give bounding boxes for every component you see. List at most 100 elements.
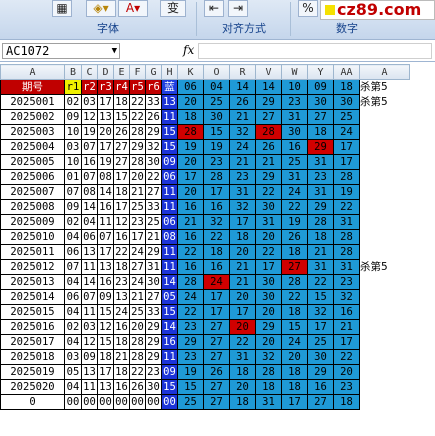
period-cell[interactable]: 2025006 xyxy=(0,169,65,185)
column-header[interactable]: K xyxy=(177,64,204,80)
stat-cell[interactable]: 29 xyxy=(177,334,204,350)
red-ball-cell[interactable]: 04 xyxy=(64,334,82,350)
red-ball-cell[interactable]: 13 xyxy=(97,379,114,395)
blue-ball-cell[interactable]: 05 xyxy=(161,289,178,305)
side-note[interactable] xyxy=(359,304,410,320)
blue-ball-cell[interactable]: 09 xyxy=(161,154,178,170)
stat-cell[interactable]: 25 xyxy=(177,394,204,410)
red-ball-cell[interactable]: 11 xyxy=(81,304,98,320)
stat-cell[interactable]: 17 xyxy=(307,319,334,335)
stat-cell[interactable]: 23 xyxy=(333,274,360,290)
blue-ball-cell[interactable]: 13 xyxy=(161,94,178,110)
red-ball-cell[interactable]: 17 xyxy=(129,229,146,245)
stat-cell[interactable]: 31 xyxy=(307,259,334,275)
stat-cell[interactable]: 20 xyxy=(229,379,256,395)
side-note[interactable] xyxy=(359,184,410,200)
red-ball-cell[interactable]: 13 xyxy=(81,244,98,260)
stat-cell[interactable]: 21 xyxy=(229,109,256,125)
stat-header[interactable]: 04 xyxy=(203,79,230,95)
red-ball-cell[interactable]: 21 xyxy=(113,349,130,365)
period-cell[interactable]: 2025010 xyxy=(0,229,65,245)
red-ball-cell[interactable]: 09 xyxy=(97,289,114,305)
red-ball-cell[interactable]: 00 xyxy=(97,394,114,410)
blue-ball-cell[interactable]: 16 xyxy=(161,334,178,350)
stat-cell[interactable]: 24 xyxy=(229,139,256,155)
stat-cell[interactable]: 18 xyxy=(177,109,204,125)
stat-cell[interactable]: 19 xyxy=(203,139,230,155)
red-ball-cell[interactable]: 23 xyxy=(129,214,146,230)
period-cell[interactable]: 2025003 xyxy=(0,124,65,140)
red-ball-cell[interactable]: 03 xyxy=(64,139,82,155)
red-ball-cell[interactable]: 16 xyxy=(113,229,130,245)
red-ball-cell[interactable]: 17 xyxy=(113,169,130,185)
side-note[interactable] xyxy=(359,244,410,260)
phonetic-button[interactable]: 变 xyxy=(160,0,186,17)
red-ball-cell[interactable]: 04 xyxy=(64,379,82,395)
red-ball-cell[interactable]: 24 xyxy=(129,274,146,290)
red-ball-cell[interactable]: 18 xyxy=(113,334,130,350)
stat-cell[interactable]: 16 xyxy=(203,199,230,215)
red-ball-cell[interactable]: 18 xyxy=(113,94,130,110)
red-ball-cell[interactable]: 24 xyxy=(113,304,130,320)
stat-cell[interactable]: 25 xyxy=(203,94,230,110)
stat-cell[interactable]: 28 xyxy=(203,169,230,185)
red-ball-cell[interactable]: 22 xyxy=(129,94,146,110)
red-ball-header[interactable]: r3 xyxy=(97,79,114,95)
stat-cell[interactable]: 17 xyxy=(333,334,360,350)
stat-cell[interactable]: 27 xyxy=(255,109,282,125)
red-ball-cell[interactable]: 12 xyxy=(97,319,114,335)
stat-cell[interactable]: 17 xyxy=(177,169,204,185)
name-box[interactable]: AC1072 ▼ xyxy=(2,43,120,59)
stat-cell[interactable]: 17 xyxy=(203,304,230,320)
red-ball-cell[interactable]: 16 xyxy=(113,319,130,335)
red-ball-cell[interactable]: 07 xyxy=(81,289,98,305)
red-ball-cell[interactable]: 17 xyxy=(97,139,114,155)
red-ball-cell[interactable]: 30 xyxy=(145,379,162,395)
stat-cell[interactable]: 18 xyxy=(281,379,308,395)
red-ball-cell[interactable]: 12 xyxy=(81,109,98,125)
red-ball-cell[interactable]: 14 xyxy=(81,199,98,215)
red-ball-cell[interactable]: 22 xyxy=(145,169,162,185)
stat-cell[interactable]: 18 xyxy=(229,394,256,410)
blue-ball-header[interactable]: 蓝 xyxy=(161,79,178,95)
stat-cell[interactable]: 30 xyxy=(307,94,334,110)
function-icon[interactable]: fx xyxy=(183,43,194,57)
red-ball-cell[interactable]: 22 xyxy=(129,364,146,380)
stat-cell[interactable]: 32 xyxy=(203,214,230,230)
period-cell[interactable]: 2025004 xyxy=(0,139,65,155)
column-header[interactable]: R xyxy=(229,64,256,80)
stat-cell[interactable]: 26 xyxy=(203,364,230,380)
red-ball-cell[interactable]: 20 xyxy=(97,124,114,140)
red-ball-cell[interactable]: 03 xyxy=(81,94,98,110)
column-header[interactable]: A xyxy=(359,64,410,80)
stat-cell[interactable]: 19 xyxy=(177,364,204,380)
stat-cell[interactable]: 29 xyxy=(255,169,282,185)
side-note[interactable]: 杀第5 xyxy=(359,259,410,275)
stat-cell[interactable]: 31 xyxy=(307,154,334,170)
red-ball-cell[interactable]: 04 xyxy=(81,214,98,230)
red-ball-cell[interactable]: 07 xyxy=(81,139,98,155)
red-ball-header[interactable]: r1 xyxy=(64,79,82,95)
column-header[interactable]: Y xyxy=(307,64,334,80)
column-header[interactable]: E xyxy=(113,64,130,80)
blue-ball-cell[interactable]: 14 xyxy=(161,274,178,290)
stat-cell[interactable]: 17 xyxy=(333,154,360,170)
blue-ball-cell[interactable]: 11 xyxy=(161,109,178,125)
red-ball-cell[interactable]: 18 xyxy=(97,349,114,365)
hit-cell[interactable]: 29 xyxy=(307,139,334,155)
side-note[interactable]: 杀第5 xyxy=(359,94,410,110)
stat-cell[interactable]: 18 xyxy=(255,379,282,395)
column-header[interactable]: O xyxy=(203,64,230,80)
red-ball-cell[interactable]: 18 xyxy=(113,364,130,380)
period-cell[interactable]: 2025005 xyxy=(0,154,65,170)
stat-cell[interactable]: 23 xyxy=(177,319,204,335)
stat-cell[interactable]: 20 xyxy=(255,304,282,320)
red-ball-cell[interactable]: 09 xyxy=(81,349,98,365)
blue-ball-cell[interactable]: 00 xyxy=(161,394,178,410)
red-ball-cell[interactable]: 11 xyxy=(81,379,98,395)
red-ball-cell[interactable]: 08 xyxy=(81,184,98,200)
stat-cell[interactable]: 19 xyxy=(177,139,204,155)
stat-header[interactable]: 10 xyxy=(281,79,308,95)
stat-cell[interactable]: 25 xyxy=(307,334,334,350)
stat-cell[interactable]: 16 xyxy=(177,259,204,275)
